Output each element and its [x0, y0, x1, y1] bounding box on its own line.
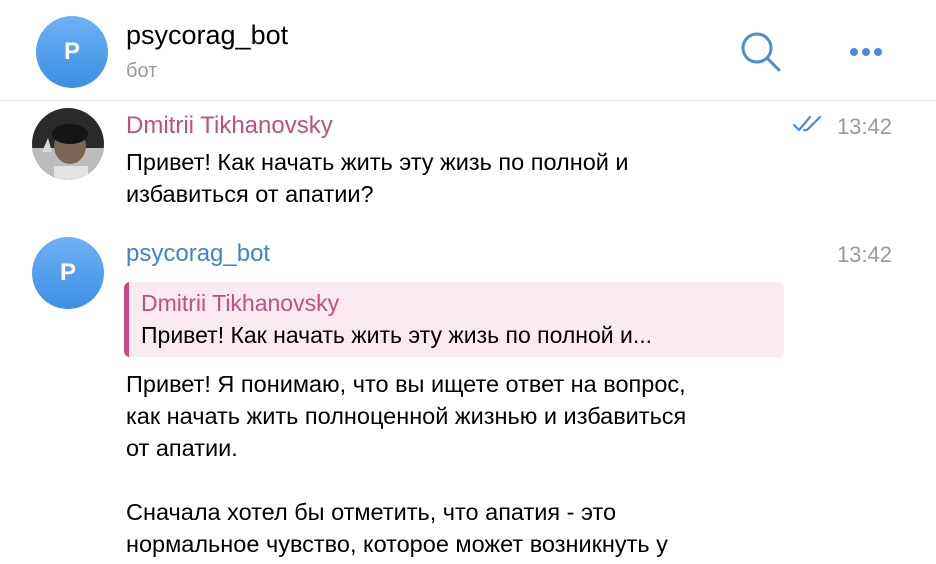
message-line: как начать жить полноценной жизнью и изб… — [126, 403, 687, 429]
bot-avatar[interactable]: P — [36, 16, 108, 88]
message-sender[interactable]: Dmitrii Tikhanovsky — [126, 112, 333, 140]
message-text: Привет! Как начать жить эту жизь по полн… — [126, 146, 806, 210]
chat-subtitle: бот — [126, 60, 158, 82]
message-line: избавиться от апатии? — [126, 181, 374, 207]
chat-title[interactable]: psycorag_bot — [126, 20, 288, 51]
message-time: 13:42 — [836, 114, 892, 139]
reply-sender: Dmitrii Tikhanovsky — [141, 290, 340, 316]
double-check-icon — [792, 115, 822, 132]
message-line: Привет! Я понимаю, что вы ищете ответ на… — [126, 371, 686, 397]
chat-header: P psycorag_bot бот — [0, 0, 936, 101]
message-line: Привет! Как начать жить эту жизь по полн… — [126, 149, 629, 175]
user-photo-icon — [32, 108, 104, 180]
message-line: Сначала хотел бы отметить, что апатия - … — [126, 499, 617, 525]
user-avatar[interactable] — [32, 108, 104, 180]
message-line: нормальное чувство, которое может возник… — [126, 531, 668, 557]
search-icon — [741, 32, 781, 72]
message-line: от апатии. — [126, 435, 238, 461]
message-time: 13:42 — [836, 242, 892, 267]
message-sender[interactable]: psycorag_bot — [126, 240, 270, 268]
more-button[interactable] — [842, 40, 890, 64]
message-line-blank — [126, 464, 806, 496]
reply-text: Привет! Как начать жить эту жизь по полн… — [141, 322, 653, 348]
reply-bar — [124, 282, 129, 357]
search-button[interactable] — [738, 30, 782, 74]
reply-quote[interactable]: Dmitrii Tikhanovsky Привет! Как начать ж… — [124, 282, 784, 357]
message-text: Привет! Я понимаю, что вы ищете ответ на… — [126, 368, 806, 560]
more-dots-icon — [850, 48, 882, 56]
bot-message-avatar[interactable]: P — [32, 237, 104, 309]
